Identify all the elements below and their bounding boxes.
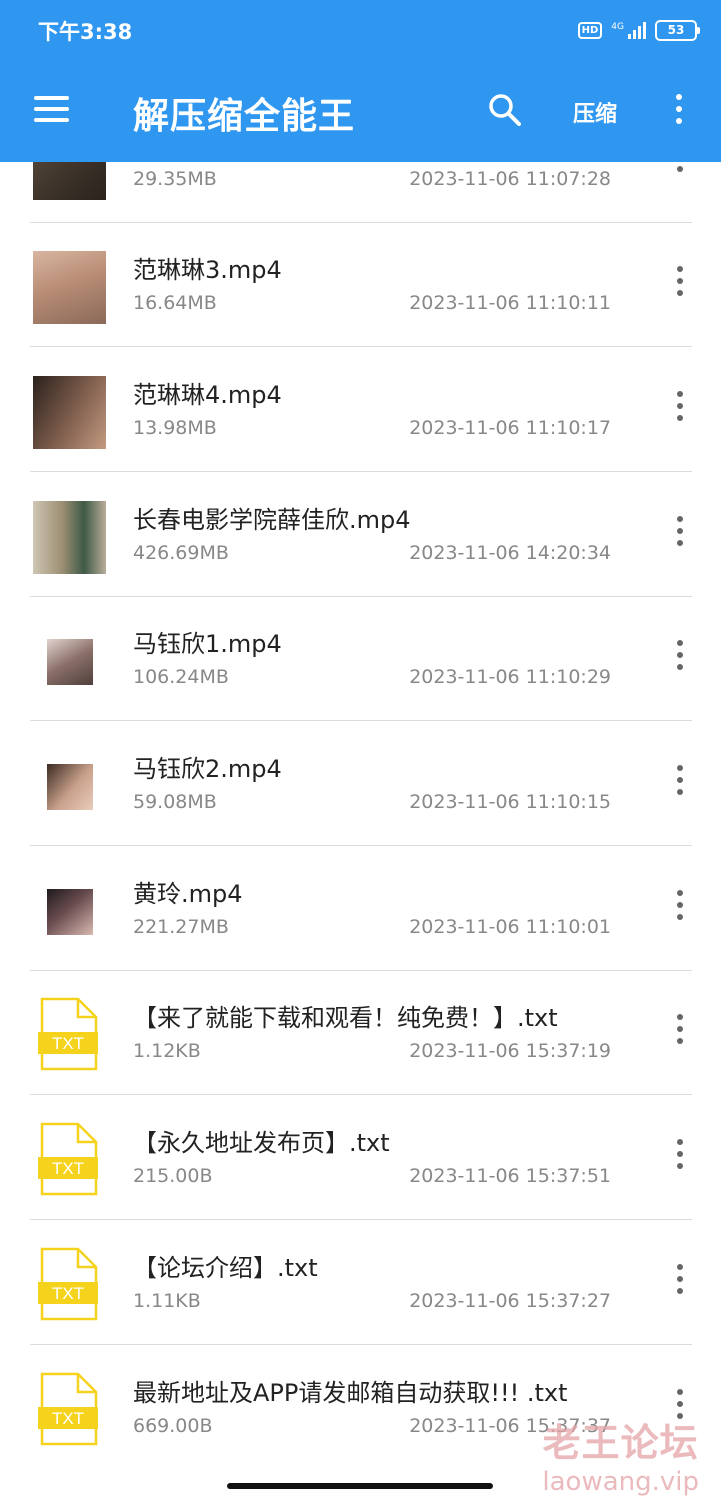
svg-text:TXT: TXT — [52, 1409, 84, 1428]
item-more-button[interactable] — [670, 1139, 690, 1175]
svg-text:TXT: TXT — [52, 1284, 84, 1303]
watermark: 老王论坛 laowang.vip — [542, 1412, 699, 1497]
app-bar: 下午3:38 HD 4G 53 解压缩全能王 压缩 — [0, 0, 721, 162]
divider — [30, 1344, 692, 1345]
search-button[interactable] — [487, 92, 523, 128]
file-name: 【永久地址发布页】.txt — [133, 1129, 390, 1157]
divider — [30, 845, 692, 846]
item-more-button[interactable] — [670, 1014, 690, 1050]
txt-file-icon: TXT — [38, 1372, 98, 1446]
overflow-menu-button[interactable] — [669, 94, 689, 130]
divider — [30, 1219, 692, 1220]
video-thumbnail — [47, 639, 93, 685]
video-thumbnail — [47, 889, 93, 935]
divider — [30, 346, 692, 347]
file-size: 215.00B — [133, 1165, 213, 1187]
hd-icon: HD — [577, 21, 603, 39]
txt-file-icon: TXT — [38, 1122, 98, 1196]
file-name: 【论坛介绍】.txt — [133, 1254, 318, 1282]
file-date: 2023-11-06 15:37:27 — [409, 1290, 611, 1312]
item-more-button[interactable] — [670, 1264, 690, 1300]
txt-file-icon: TXT — [38, 1247, 98, 1321]
list-item[interactable]: 范琳琳3.mp4 16.64MB 2023-11-06 11:10:11 — [0, 223, 721, 347]
item-more-button[interactable] — [670, 890, 690, 926]
file-name: 【来了就能下载和观看！纯免费！】.txt — [133, 1004, 558, 1032]
item-more-button[interactable] — [670, 640, 690, 676]
file-date: 2023-11-06 11:07:28 — [409, 168, 611, 190]
status-icons: HD 4G 53 — [577, 16, 700, 44]
file-name: 范琳琳4.mp4 — [133, 381, 282, 409]
item-more-button[interactable] — [670, 765, 690, 801]
file-date: 2023-11-06 11:10:29 — [409, 666, 611, 688]
item-more-button[interactable] — [670, 391, 690, 427]
video-thumbnail — [47, 764, 93, 810]
list-item[interactable]: 黄玲.mp4 221.27MB 2023-11-06 11:10:01 — [0, 847, 721, 971]
file-date: 2023-11-06 11:10:17 — [409, 417, 611, 439]
file-size: 29.35MB — [133, 168, 217, 190]
file-size: 669.00B — [133, 1415, 213, 1437]
file-name: 最新地址及APP请发邮箱自动获取!!! .txt — [133, 1379, 568, 1407]
video-thumbnail — [33, 501, 106, 574]
file-name: 马钰欣2.mp4 — [133, 755, 282, 783]
compress-button[interactable]: 压缩 — [573, 96, 617, 128]
file-size: 426.69MB — [133, 542, 229, 564]
file-date: 2023-11-06 14:20:34 — [409, 542, 611, 564]
list-item[interactable]: 马钰欣2.mp4 59.08MB 2023-11-06 11:10:15 — [0, 722, 721, 846]
list-item[interactable]: 长春电影学院薛佳欣.mp4 426.69MB 2023-11-06 14:20:… — [0, 473, 721, 597]
list-item[interactable]: TXT 【永久地址发布页】.txt 215.00B 2023-11-06 15:… — [0, 1096, 721, 1220]
watermark-url: laowang.vip — [542, 1467, 699, 1497]
svg-text:TXT: TXT — [52, 1034, 84, 1053]
item-more-button[interactable] — [670, 516, 690, 552]
status-time: 下午3:38 — [38, 20, 133, 44]
watermark-title: 老王论坛 — [542, 1421, 699, 1465]
search-icon — [489, 94, 521, 126]
battery-icon: 53 — [655, 19, 700, 41]
list-item[interactable]: 马钰欣1.mp4 106.24MB 2023-11-06 11:10:29 — [0, 597, 721, 721]
signal-icon: 4G — [611, 21, 646, 39]
file-size: 106.24MB — [133, 666, 229, 688]
txt-file-icon: TXT — [38, 997, 98, 1071]
menu-button[interactable] — [34, 96, 70, 124]
svg-text:TXT: TXT — [52, 1159, 84, 1178]
file-size: 1.12KB — [133, 1040, 201, 1062]
file-size: 221.27MB — [133, 916, 229, 938]
file-name: 马钰欣1.mp4 — [133, 630, 282, 658]
file-name: 黄玲.mp4 — [133, 880, 243, 908]
video-thumbnail — [33, 251, 106, 324]
divider — [30, 471, 692, 472]
divider — [30, 720, 692, 721]
file-date: 2023-11-06 11:10:15 — [409, 791, 611, 813]
file-date: 2023-11-06 15:37:51 — [409, 1165, 611, 1187]
file-date: 2023-11-06 11:10:11 — [409, 292, 611, 314]
list-item[interactable]: TXT 【论坛介绍】.txt 1.11KB 2023-11-06 15:37:2… — [0, 1221, 721, 1345]
file-date: 2023-11-06 11:10:01 — [409, 916, 611, 938]
file-name: 范琳琳3.mp4 — [133, 256, 282, 284]
app-title: 解压缩全能王 — [133, 96, 356, 137]
list-item[interactable]: 范琳琳4.mp4 13.98MB 2023-11-06 11:10:17 — [0, 348, 721, 472]
file-size: 1.11KB — [133, 1290, 201, 1312]
home-indicator[interactable] — [227, 1483, 493, 1489]
divider — [30, 1094, 692, 1095]
item-more-button[interactable] — [670, 266, 690, 302]
file-size: 16.64MB — [133, 292, 217, 314]
file-size: 13.98MB — [133, 417, 217, 439]
file-size: 59.08MB — [133, 791, 217, 813]
list-item[interactable]: TXT 【来了就能下载和观看！纯免费！】.txt 1.12KB 2023-11-… — [0, 971, 721, 1095]
file-date: 2023-11-06 15:37:19 — [409, 1040, 611, 1062]
video-thumbnail — [33, 376, 106, 449]
file-name: 长春电影学院薛佳欣.mp4 — [133, 506, 411, 534]
